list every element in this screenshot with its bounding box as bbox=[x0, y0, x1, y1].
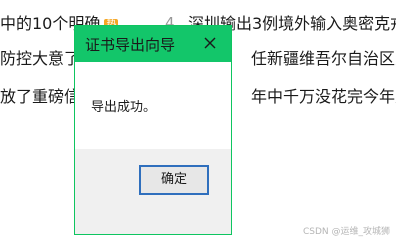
news-item-6[interactable]: 年中千万没花完今年又 bbox=[251, 87, 396, 107]
news-item-2[interactable]: 防控大意了 bbox=[0, 49, 80, 69]
certificate-export-dialog: 证书导出向导 导出成功。 确定 bbox=[74, 25, 232, 235]
watermark: CSDN @运维_攻城狮 bbox=[302, 227, 390, 237]
dialog-title: 证书导出向导 bbox=[85, 36, 176, 54]
dialog-message: 导出成功。 bbox=[91, 100, 157, 115]
screen: 中的10个明确热 4 深圳输出3例境外输入奥密克戎 防控大意了 任新疆维吾尔自治… bbox=[0, 0, 396, 243]
ok-button[interactable]: 确定 bbox=[139, 165, 209, 195]
close-button[interactable] bbox=[199, 32, 221, 54]
dialog-footer: 确定 bbox=[75, 149, 231, 234]
dialog-body: 导出成功。 bbox=[75, 62, 231, 149]
news-item-5[interactable]: 任新疆维吾尔自治区党 bbox=[251, 49, 396, 69]
close-icon bbox=[204, 37, 216, 49]
dialog-title-bar[interactable]: 证书导出向导 bbox=[75, 26, 231, 62]
